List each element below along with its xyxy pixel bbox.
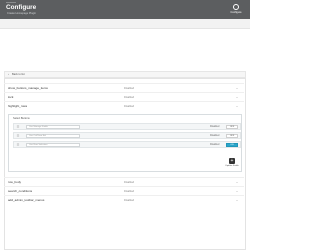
drag-handle-icon[interactable]: ☰	[16, 143, 20, 147]
setting-value: Disabled	[124, 190, 135, 193]
plus-icon: +	[229, 158, 235, 164]
back-label: Back to list	[12, 73, 25, 76]
configure-button[interactable]: Configure	[229, 3, 243, 16]
setting-row[interactable]: add_admin_toolbar_menus Disabled ⌄	[4, 195, 244, 204]
setting-label: show_buttons_manage_items	[8, 86, 48, 90]
select-buttons-panel: Select Buttons ☰ Use Manage Fields Disable…	[8, 114, 242, 172]
button-option-row: ☰ Use Col/View Rel Disabled OFF	[13, 132, 241, 139]
setting-value: Disabled	[124, 199, 135, 202]
toggle-button[interactable]: OFF	[226, 125, 238, 129]
chevron-down-icon[interactable]: ⌄	[235, 180, 239, 184]
setting-row[interactable]: highlight_rows Disabled ⌄	[4, 101, 244, 110]
option-input[interactable]: Use Col/View Rel	[26, 134, 80, 138]
setting-row[interactable]: row_body Disabled ⌄	[4, 177, 244, 186]
setting-row[interactable]: lock Disabled ⌄	[4, 92, 244, 101]
setting-label: row_body	[8, 180, 22, 184]
chevron-down-icon[interactable]: ⌄	[235, 104, 239, 108]
setting-row[interactable]: show_buttons_manage_items Disabled ⌄	[4, 83, 244, 92]
chevron-left-icon: ‹	[8, 72, 9, 76]
option-input-text: Use Row Selection	[29, 144, 48, 146]
setting-label: highlight_rows	[8, 104, 28, 108]
setting-value: Disabled	[124, 96, 135, 99]
setting-value: Disabled	[124, 105, 135, 108]
page-title: Configure	[6, 4, 37, 11]
breadcrumb[interactable]	[6, 2, 16, 3]
update-fields-label: Update Fields	[225, 165, 239, 167]
back-bar[interactable]: ‹ Back to list	[4, 71, 246, 78]
page: Configure Create Homepage Plugin Configu…	[0, 0, 250, 250]
setting-label: search_conditions	[8, 189, 33, 193]
option-input-text: Use Col/View Rel	[29, 135, 46, 137]
toggle-button[interactable]: ON	[226, 143, 238, 147]
setting-label: add_admin_toolbar_menus	[8, 198, 45, 202]
update-fields-button[interactable]: + Update Fields	[225, 158, 239, 170]
setting-value: Disabled	[124, 87, 135, 90]
chevron-down-icon[interactable]: ⌄	[235, 189, 239, 193]
drag-handle-icon[interactable]: ☰	[16, 134, 20, 138]
configure-button-label: Configure	[230, 11, 242, 14]
option-status: Disabled	[210, 143, 220, 146]
toggle-button[interactable]: OFF	[226, 134, 238, 138]
header-bar: Configure Create Homepage Plugin Configu…	[0, 0, 250, 19]
page-subtitle: Create Homepage Plugin	[7, 12, 37, 15]
setting-value: Disabled	[124, 181, 135, 184]
gear-icon	[233, 4, 239, 10]
toolbar	[0, 19, 250, 29]
chevron-down-icon[interactable]: ⌄	[235, 95, 239, 99]
button-option-row: ☰ Use Row Selection Disabled ON	[13, 141, 241, 148]
option-status: Disabled	[210, 125, 220, 128]
panel-title: Select Buttons	[13, 117, 30, 120]
option-input[interactable]: Use Manage Fields	[26, 125, 80, 129]
button-option-row: ☰ Use Manage Fields Disabled OFF	[13, 123, 241, 130]
option-input[interactable]: Use Row Selection	[26, 143, 80, 147]
chevron-down-icon[interactable]: ⌄	[235, 86, 239, 90]
setting-row[interactable]: search_conditions Disabled ⌄	[4, 186, 244, 195]
drag-handle-icon[interactable]: ☰	[16, 125, 20, 129]
chevron-down-icon[interactable]: ⌄	[235, 198, 239, 202]
setting-label: lock	[8, 95, 14, 99]
option-status: Disabled	[210, 134, 220, 137]
option-input-text: Use Manage Fields	[29, 126, 48, 128]
